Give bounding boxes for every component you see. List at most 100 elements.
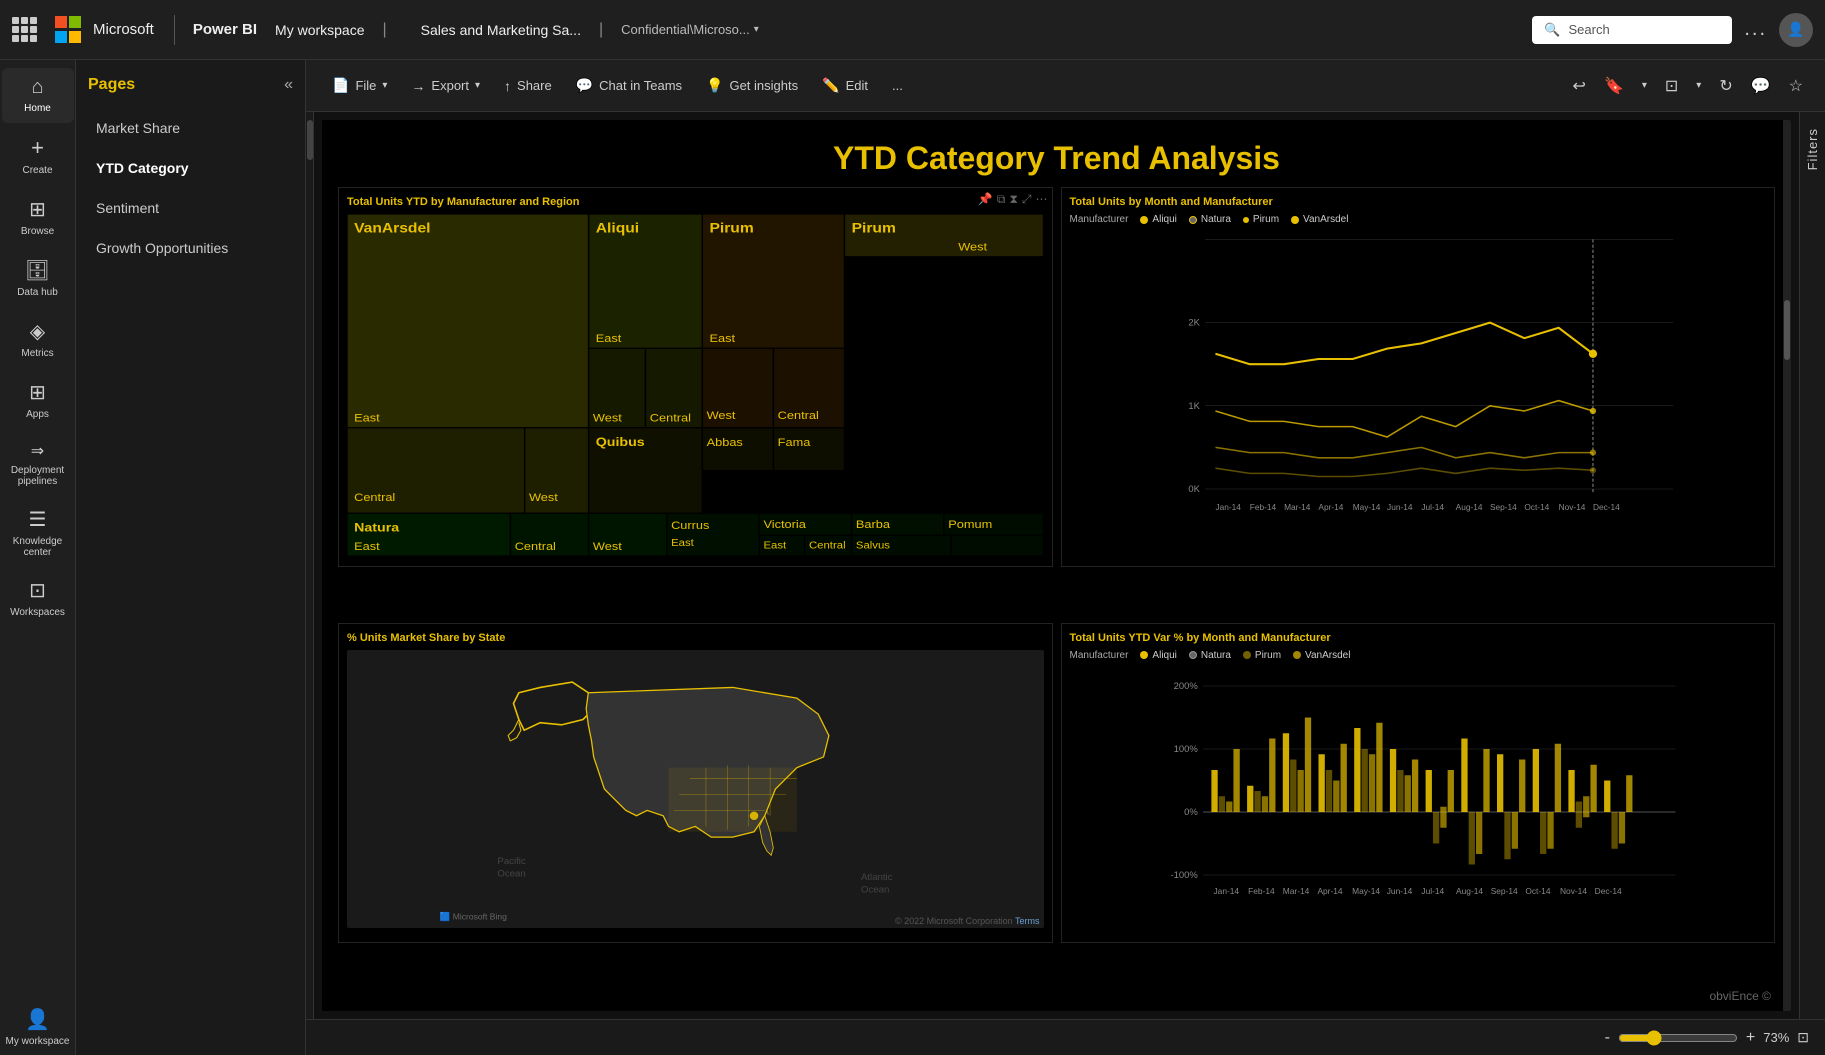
chart1-more-icon[interactable]: ⋯ [1036, 192, 1048, 207]
sidebar-item-my-workspace[interactable]: 👤 My workspace [2, 999, 74, 1055]
treemap-chart: Total Units YTD by Manufacturer and Regi… [338, 187, 1053, 567]
zoom-plus-button[interactable]: + [1746, 1029, 1755, 1047]
sidebar-myworkspace-label: My workspace [6, 1036, 70, 1047]
search-box[interactable]: 🔍 Search [1532, 16, 1732, 44]
share-button[interactable]: ↑ Share [494, 72, 562, 100]
chat-in-teams-button[interactable]: 💬 Chat in Teams [566, 71, 692, 100]
expand-icon[interactable]: ⤢ [1022, 192, 1032, 207]
svg-text:Pirum: Pirum [852, 221, 896, 236]
filter-icon[interactable]: ⧗ [1009, 192, 1017, 207]
view-button[interactable]: ⊡ [1659, 70, 1684, 102]
page-item-sentiment[interactable]: Sentiment [88, 190, 293, 226]
svg-text:Aug-14: Aug-14 [1455, 502, 1482, 512]
view-chevron-button[interactable]: ▾ [1690, 74, 1707, 97]
export-button[interactable]: → Export ▾ [401, 72, 490, 100]
svg-text:Nov-14: Nov-14 [1560, 885, 1587, 895]
collapse-pages-button[interactable]: « [284, 76, 293, 94]
svg-text:Pacific: Pacific [497, 855, 525, 866]
terms-link[interactable]: Terms [1015, 916, 1040, 926]
chart2-legend: Manufacturer Aliqui Natura Pirum VanArsd… [1070, 214, 1767, 225]
svg-text:Natura: Natura [354, 521, 400, 535]
comments-button[interactable]: 💬 [1745, 70, 1777, 102]
canvas-scrollbar[interactable] [1783, 120, 1791, 1011]
svg-text:200%: 200% [1173, 681, 1198, 692]
sidebar-apps-label: Apps [26, 409, 49, 421]
sidebar-item-home[interactable]: ⌂ Home [2, 68, 74, 123]
browse-icon: ⊞ [29, 197, 46, 222]
svg-text:May-14: May-14 [1352, 885, 1380, 895]
svg-text:-100%: -100% [1170, 870, 1198, 881]
sidebar: ⌂ Home + Create ⊞ Browse 🗄 Data hub ◈ Me… [0, 60, 76, 1055]
sidebar-item-deployment[interactable]: ⇒ Deployment pipelines [2, 433, 74, 495]
bookmark-button[interactable]: 🔖 [1598, 70, 1630, 102]
chart4-title: Total Units YTD Var % by Month and Manuf… [1070, 632, 1767, 644]
filters-panel[interactable]: Filters [1799, 112, 1825, 1019]
svg-text:East: East [763, 540, 786, 551]
sidebar-item-metrics[interactable]: ◈ Metrics [2, 311, 74, 368]
svg-text:100%: 100% [1173, 744, 1198, 755]
deployment-icon: ⇒ [31, 441, 44, 461]
my-workspace-icon: 👤 [25, 1007, 50, 1032]
page-item-market-share[interactable]: Market Share [88, 110, 293, 146]
sidebar-item-knowledge[interactable]: ☰ Knowledge center [2, 499, 74, 566]
svg-text:Mar-14: Mar-14 [1284, 502, 1311, 512]
export-chevron-icon: ▾ [475, 80, 480, 91]
zoom-minus-button[interactable]: - [1605, 1029, 1610, 1047]
export-icon: → [411, 78, 425, 94]
svg-text:West: West [958, 241, 988, 254]
report-title: YTD Category Trend Analysis [322, 120, 1791, 187]
zoom-level: 73% [1763, 1030, 1789, 1045]
workspace-label[interactable]: My workspace [275, 22, 364, 38]
svg-text:0%: 0% [1184, 807, 1198, 818]
pin-icon[interactable]: 📌 [978, 192, 993, 207]
avatar-icon: 👤 [1787, 21, 1804, 38]
map-svg: Pacific Ocean Atlantic Ocean NORTH AMERI… [347, 650, 1044, 928]
sidebar-item-workspaces[interactable]: ⊡ Workspaces [2, 570, 74, 627]
apps-grid-button[interactable] [12, 17, 37, 42]
copy-icon[interactable]: ⧉ [997, 192, 1006, 207]
left-scrollbar[interactable] [306, 112, 314, 1019]
treemap-svg: VanArsdel East Central West Aliqui [347, 214, 1044, 556]
svg-text:VanArsdel: VanArsdel [354, 221, 430, 236]
treemap-area[interactable]: VanArsdel East Central West Aliqui [347, 214, 1044, 556]
refresh-button[interactable]: ↻ [1713, 70, 1738, 102]
zoom-slider[interactable] [1618, 1030, 1738, 1046]
svg-text:Quibus: Quibus [596, 435, 645, 449]
undo-button[interactable]: ↩ [1567, 70, 1592, 102]
sidebar-item-data-hub[interactable]: 🗄 Data hub [2, 250, 74, 307]
get-insights-button[interactable]: 💡 Get insights [696, 71, 808, 100]
toolbar: 📄 File ▾ → Export ▾ ↑ Share 💬 Chat in Te… [306, 60, 1825, 112]
bookmark-chevron-button[interactable]: ▾ [1636, 74, 1653, 97]
sidebar-deployment-label: Deployment pipelines [6, 465, 70, 487]
favorite-button[interactable]: ☆ [1783, 70, 1809, 102]
svg-text:Aug-14: Aug-14 [1456, 885, 1483, 895]
filters-label[interactable]: Filters [1805, 128, 1820, 170]
fit-page-button[interactable]: ⊡ [1797, 1029, 1809, 1046]
page-item-growth-opportunities[interactable]: Growth Opportunities [88, 230, 293, 266]
line-chart-svg: 0K 1K 2K Jan-14 Feb-14 Mar-14 Apr-14 May… [1070, 229, 1767, 541]
svg-text:Atlantic: Atlantic [861, 871, 893, 882]
pages-header: Pages « [88, 76, 293, 94]
file-button[interactable]: 📄 File ▾ [322, 71, 397, 100]
workspaces-icon: ⊡ [29, 578, 46, 603]
confidential-label[interactable]: Confidential\Microso... ▾ [621, 22, 759, 37]
toolbar-more-button[interactable]: ... [882, 72, 913, 99]
svg-text:Jan-14: Jan-14 [1215, 502, 1241, 512]
svg-text:Jun-14: Jun-14 [1387, 502, 1413, 512]
sidebar-item-browse[interactable]: ⊞ Browse [2, 189, 74, 246]
topbar: Microsoft Power BI My workspace | Sales … [0, 0, 1825, 60]
powerbi-label: Power BI [193, 21, 257, 38]
topbar-more-button[interactable]: ... [1744, 18, 1767, 41]
sidebar-item-create[interactable]: + Create [2, 127, 74, 185]
report-canvas-container: YTD Category Trend Analysis Total Units … [314, 112, 1799, 1019]
pages-panel: Pages « Market Share YTD Category Sentim… [76, 60, 306, 1055]
bottom-bar: - + 73% ⊡ [306, 1019, 1825, 1055]
bar-chart-area[interactable]: 200% 100% 0% -100% [1070, 665, 1767, 917]
edit-button[interactable]: ✏️ Edit [812, 71, 878, 100]
map-area[interactable]: Pacific Ocean Atlantic Ocean NORTH AMERI… [347, 650, 1044, 928]
user-avatar[interactable]: 👤 [1779, 13, 1813, 47]
svg-text:Dec-14: Dec-14 [1594, 885, 1621, 895]
sidebar-item-apps[interactable]: ⊞ Apps [2, 372, 74, 429]
line-chart-area[interactable]: 0K 1K 2K Jan-14 Feb-14 Mar-14 Apr-14 May… [1070, 229, 1767, 541]
page-item-ytd-category[interactable]: YTD Category [88, 150, 293, 186]
